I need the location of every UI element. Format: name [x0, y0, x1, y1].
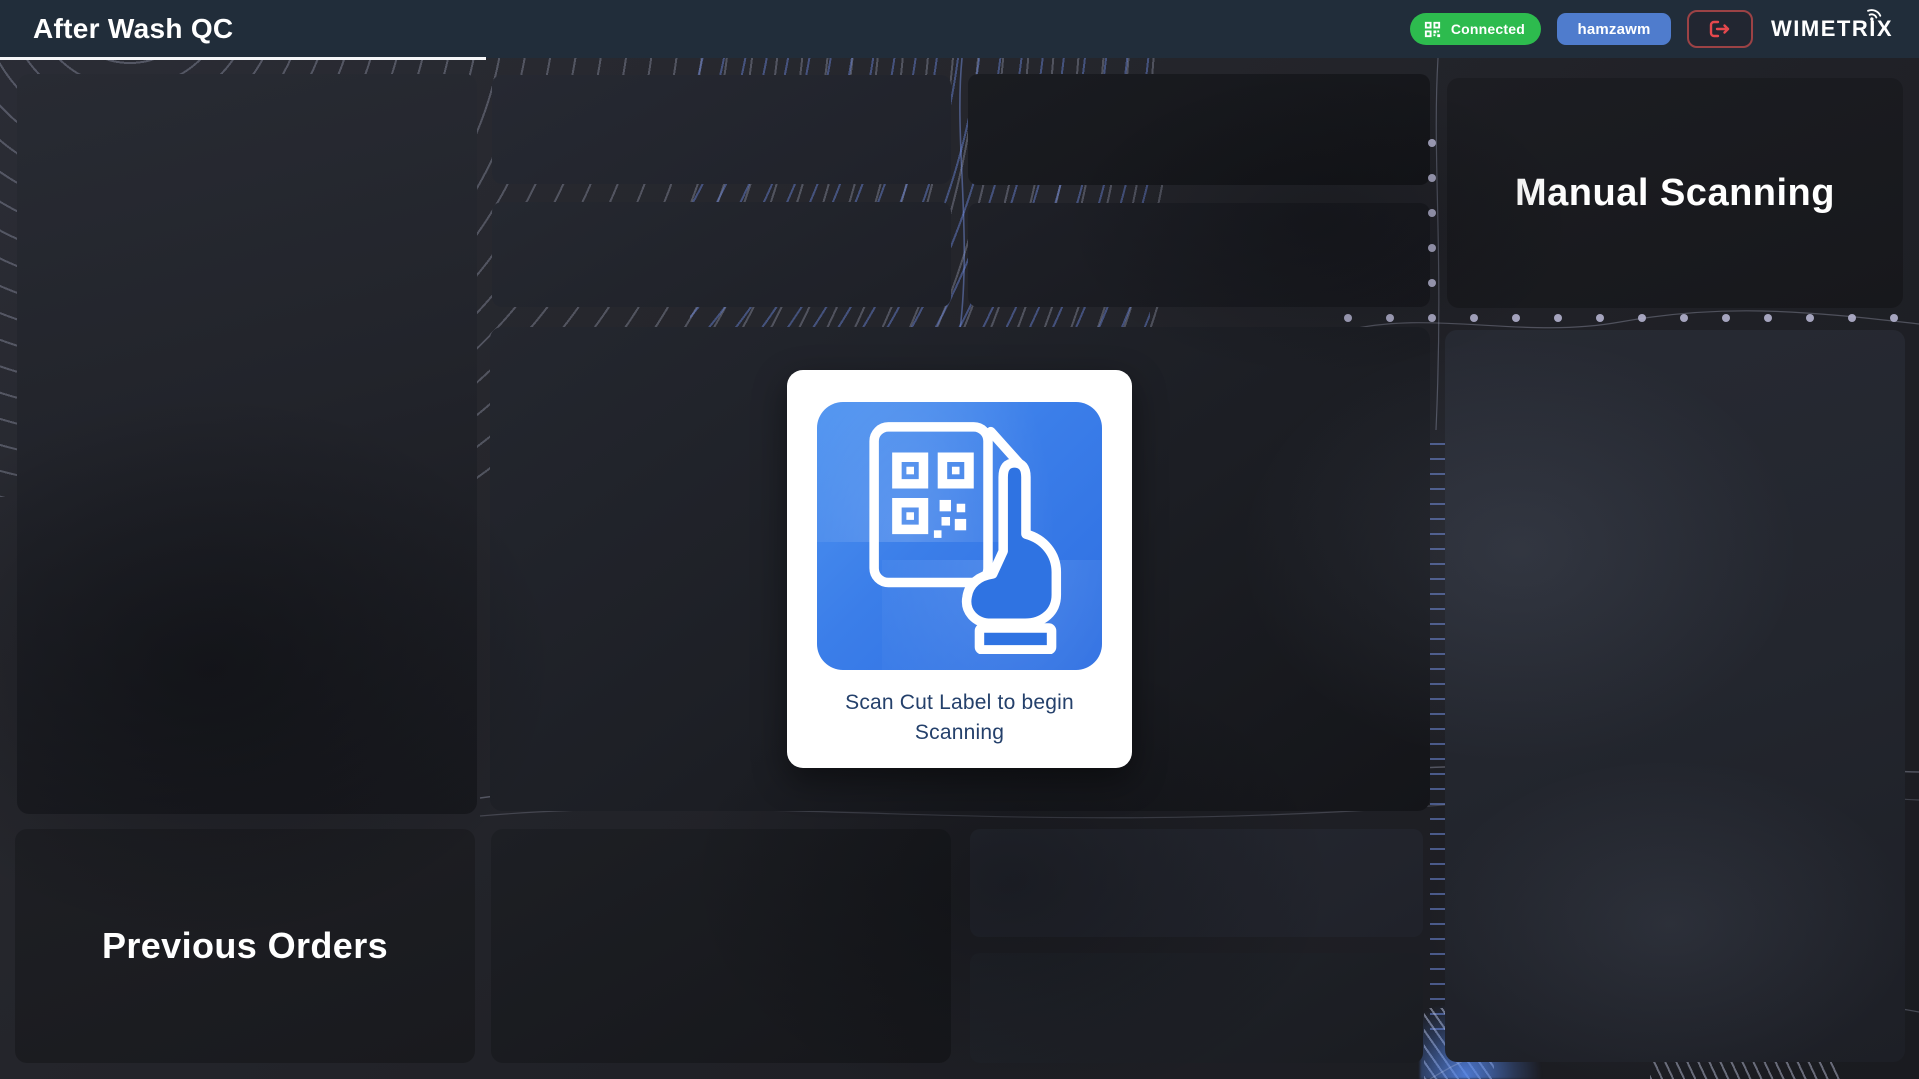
previous-orders-title: Previous Orders	[102, 925, 388, 967]
placeholder-panel-left	[17, 74, 477, 814]
logout-button[interactable]	[1687, 10, 1753, 48]
placeholder-panel-top-right-2	[968, 203, 1430, 307]
sign-out-icon	[1707, 18, 1733, 40]
navbar: After Wash QC Connected hamzawm	[0, 0, 1919, 58]
placeholder-panel-top-right-1	[968, 74, 1430, 185]
manual-scanning-title: Manual Scanning	[1515, 172, 1835, 215]
placeholder-panel-right-bottom	[1445, 330, 1905, 1062]
placeholder-panel-bottom-mid	[491, 829, 951, 1063]
scan-cut-label-card[interactable]: Scan Cut Label to begin Scanning	[787, 370, 1132, 768]
placeholder-panel-top-mid-1	[492, 75, 951, 184]
page-title: After Wash QC	[33, 13, 233, 45]
placeholder-panel-bottom-right-2	[970, 953, 1423, 1063]
hand-holding-qr-label-icon	[858, 418, 1062, 654]
after-wash-qc-screen: Manual Scanning Previous Orders	[0, 0, 1919, 1079]
dotted-divider-horizontal	[1344, 314, 1898, 322]
placeholder-panel-top-mid-2	[492, 202, 951, 307]
placeholder-panel-bottom-right-1	[970, 829, 1423, 937]
username-label: hamzawm	[1577, 21, 1650, 38]
user-badge[interactable]: hamzawm	[1557, 13, 1671, 45]
connection-status-badge: Connected	[1410, 13, 1541, 45]
wimetrix-logo: WIMETRIX	[1771, 16, 1899, 42]
scan-icon-tile	[817, 402, 1102, 670]
manual-scanning-card[interactable]: Manual Scanning	[1447, 78, 1903, 308]
navbar-underline	[0, 57, 486, 60]
connection-status-label: Connected	[1451, 21, 1525, 37]
previous-orders-card[interactable]: Previous Orders	[15, 829, 475, 1063]
background-ladder-pattern	[1430, 430, 1445, 1030]
qr-code-icon	[1423, 20, 1442, 39]
scan-card-label: Scan Cut Label to begin Scanning	[810, 688, 1110, 749]
